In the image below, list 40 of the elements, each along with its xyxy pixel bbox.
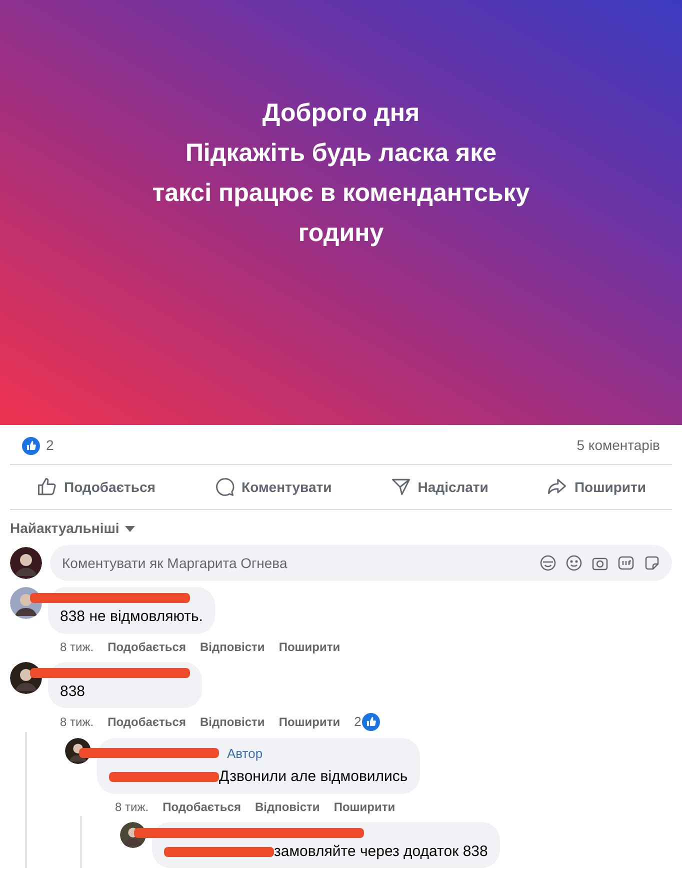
reaction-count: 2: [46, 436, 54, 455]
comment-time: 8 тиж.: [60, 714, 94, 731]
comment-action-link[interactable]: Відповісти: [200, 712, 265, 731]
author-label: Автор: [227, 744, 263, 763]
comment-field[interactable]: Коментувати як Маргарита Огнева: [62, 552, 422, 574]
share-button[interactable]: Поширити: [536, 473, 656, 501]
comment-action-link[interactable]: Подобається: [162, 798, 241, 816]
comment-action-link[interactable]: Подобається: [108, 638, 186, 656]
comment-time: 8 тиж.: [115, 798, 149, 816]
camera-icon: [592, 555, 608, 571]
like-button[interactable]: Подобається: [26, 473, 166, 501]
post-text: Доброго дня Підкажіть будь ласка яке таксі працює в комендантську годину: [152, 98, 530, 248]
send-icon: [390, 476, 412, 498]
sort-dropdown[interactable]: Найактуальніші: [0, 510, 146, 539]
thumbs-up-icon: [36, 476, 58, 498]
emoji-icon: [566, 555, 582, 571]
avatar-sticker-icon: [540, 555, 556, 571]
comment-action-link[interactable]: Подобається: [108, 712, 186, 731]
like-reaction-icon: [22, 436, 40, 454]
comment-action-link[interactable]: Відповісти: [254, 798, 320, 816]
comment-text: 838: [60, 682, 86, 702]
send-button[interactable]: Надіслати: [380, 473, 498, 501]
comment-text: 838 не відмовляють.: [60, 607, 203, 627]
comment-input[interactable]: Коментувати як Маргарита Огнева: [50, 545, 672, 581]
reaction-count: 2: [354, 713, 362, 731]
caret-icon: [125, 526, 136, 532]
gif-icon: [618, 555, 634, 571]
comment-time: 8 тиж.: [60, 638, 94, 656]
like-reaction-icon: [362, 712, 380, 731]
comment-action-link[interactable]: Поширити: [334, 798, 396, 816]
comment-action-link[interactable]: Відповісти: [200, 638, 265, 656]
comment-text: Дзвонили але відмовились: [219, 767, 408, 787]
sticker-icon: [644, 555, 660, 571]
comment-action-link[interactable]: Поширити: [278, 712, 340, 731]
speech-bubble-icon: [214, 476, 236, 498]
comment-action-link[interactable]: Поширити: [278, 638, 340, 656]
comment-count[interactable]: 5 коментарів: [576, 435, 660, 456]
comment-text: замовляйте через додаток 838: [274, 842, 488, 862]
avatar: [10, 547, 42, 579]
comment-button[interactable]: Коментувати: [204, 473, 342, 501]
